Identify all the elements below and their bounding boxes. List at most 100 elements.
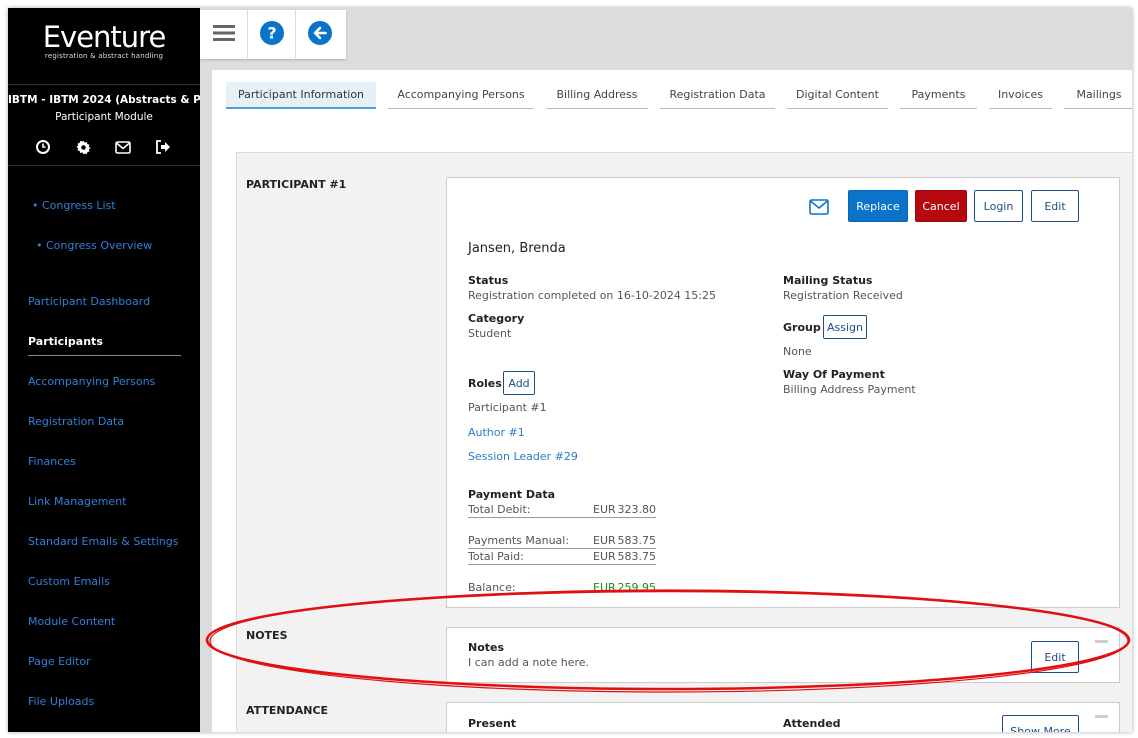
payment-data-table: Total Debit: EUR 323.80 Payments Manual:… (468, 503, 656, 596)
menu-icon (212, 24, 235, 45)
sidebar-item-participants[interactable]: Participants (28, 335, 103, 348)
group-label: Group (783, 321, 821, 334)
sidebar-item-congress-list[interactable]: • Congress List (32, 199, 116, 212)
svg-text:?: ? (267, 24, 276, 43)
top-toolbar: ? (200, 10, 346, 59)
attended-label: Attended (783, 717, 841, 730)
tab-digital-content[interactable]: Digital Content (787, 82, 888, 109)
menu-button[interactable] (200, 10, 248, 59)
sidebar: Eventure registration & abstract handlin… (8, 8, 200, 732)
attendance-section-label: ATTENDANCE (246, 704, 329, 717)
app-window: Eventure registration & abstract handlin… (8, 8, 1132, 732)
category-value: Student (468, 327, 512, 340)
sidebar-item-page-editor[interactable]: Page Editor (28, 655, 91, 668)
payments-manual-label: Payments Manual: (468, 534, 570, 547)
cancel-button[interactable]: Cancel (915, 190, 967, 222)
mail-icon[interactable] (115, 139, 131, 155)
sidebar-item-standard-emails[interactable]: Standard Emails & Settings (28, 535, 178, 548)
status-value: Registration completed on 16-10-2024 15:… (468, 289, 717, 302)
role-author-link[interactable]: Author #1 (468, 426, 525, 439)
payments-manual-currency: EUR (593, 534, 616, 547)
way-of-payment-value: Billing Address Payment (783, 383, 916, 396)
add-role-button[interactable]: Add (503, 371, 535, 395)
total-debit-label: Total Debit: (468, 503, 531, 516)
back-button[interactable] (296, 10, 344, 59)
mailing-status-label: Mailing Status (783, 274, 873, 287)
balance-currency: EUR (593, 581, 616, 594)
tab-accompanying-persons[interactable]: Accompanying Persons (388, 82, 534, 109)
collapse-notes-icon[interactable] (1095, 640, 1108, 643)
balance-row: Balance: EUR 259.95 (468, 581, 656, 596)
sidebar-item-link-management[interactable]: Link Management (28, 495, 126, 508)
clock-icon[interactable] (35, 139, 51, 155)
sidebar-item-accompanying-persons[interactable]: Accompanying Persons (28, 375, 155, 388)
sidebar-item-file-uploads[interactable]: File Uploads (28, 695, 94, 708)
collapse-attendance-icon[interactable] (1095, 715, 1108, 718)
gear-icon[interactable] (75, 139, 91, 155)
sidebar-item-finances[interactable]: Finances (28, 455, 76, 468)
notes-text: I can add a note here. (468, 656, 589, 669)
back-arrow-icon (308, 21, 332, 48)
total-debit-currency: EUR (593, 503, 616, 516)
tab-payments[interactable]: Payments (900, 82, 977, 109)
group-value: None (783, 345, 812, 358)
participant-section-label: PARTICIPANT #1 (246, 178, 347, 191)
tab-billing-address[interactable]: Billing Address (546, 82, 648, 109)
help-icon: ? (259, 21, 284, 48)
total-paid-label: Total Paid: (468, 550, 524, 563)
total-debit-row: Total Debit: EUR 323.80 (468, 503, 656, 518)
logout-icon[interactable] (155, 139, 171, 155)
mailing-status-value: Registration Received (783, 289, 903, 302)
sidebar-item-module-content[interactable]: Module Content (28, 615, 115, 628)
roles-label: Roles (468, 377, 502, 390)
participant-card: Replace Cancel Login Edit Jansen, Brenda… (446, 177, 1120, 608)
event-name: IBTM - IBTM 2024 (Abstracts & Par... (8, 94, 200, 106)
role-participant: Participant #1 (468, 401, 547, 414)
login-button[interactable]: Login (974, 190, 1023, 222)
logo-text: Eventure (42, 20, 167, 54)
replace-button[interactable]: Replace (848, 190, 908, 222)
role-session-leader-link[interactable]: Session Leader #29 (468, 450, 578, 463)
notes-title: Notes (468, 641, 505, 654)
mail-icon[interactable] (809, 199, 829, 218)
module-name: Participant Module (55, 111, 153, 123)
logo-tagline: registration & abstract handling (44, 52, 164, 60)
main-content: Participant Information Accompanying Per… (212, 70, 1132, 732)
tab-mailings[interactable]: Mailings (1064, 82, 1132, 109)
total-debit-amount: 323.80 (617, 503, 657, 516)
total-paid-currency: EUR (593, 550, 616, 563)
participant-name: Jansen, Brenda (468, 241, 566, 256)
edit-participant-button[interactable]: Edit (1031, 190, 1079, 222)
sidebar-item-congress-overview[interactable]: • Congress Overview (36, 239, 152, 252)
sidebar-item-participant-dashboard[interactable]: Participant Dashboard (28, 295, 150, 308)
balance-amount: 259.95 (617, 581, 657, 594)
tab-invoices[interactable]: Invoices (989, 82, 1052, 109)
assign-group-button[interactable]: Assign (823, 315, 867, 339)
payments-manual-amount: 583.75 (617, 534, 657, 547)
balance-label: Balance: (468, 581, 516, 594)
notes-section-label: NOTES (246, 629, 288, 642)
present-label: Present (468, 717, 517, 730)
show-more-button[interactable]: Show More (1002, 715, 1079, 732)
tab-registration-data[interactable]: Registration Data (660, 82, 775, 109)
notes-card: Notes I can add a note here. Edit (446, 627, 1120, 683)
sidebar-divider (8, 165, 200, 166)
edit-notes-button[interactable]: Edit (1031, 641, 1079, 673)
attendance-card: Present Attended Show More (446, 702, 1120, 732)
way-of-payment-label: Way Of Payment (783, 368, 885, 381)
active-item-underline (28, 355, 181, 356)
status-label: Status (468, 274, 509, 287)
total-paid-amount: 583.75 (617, 550, 657, 563)
sidebar-item-registration-data[interactable]: Registration Data (28, 415, 124, 428)
logo: Eventure registration & abstract handlin… (8, 22, 200, 60)
category-label: Category (468, 312, 525, 325)
payments-manual-row: Payments Manual: EUR 583.75 (468, 534, 656, 549)
payment-data-label: Payment Data (468, 488, 556, 501)
sidebar-icon-bar (35, 139, 171, 155)
total-paid-row: Total Paid: EUR 583.75 (468, 550, 656, 565)
help-button[interactable]: ? (248, 10, 296, 59)
tab-participant-information[interactable]: Participant Information (226, 82, 376, 109)
participant-panel: PARTICIPANT #1 Replace Cancel Login Edit… (236, 152, 1132, 732)
sidebar-divider (8, 84, 200, 85)
sidebar-item-custom-emails[interactable]: Custom Emails (28, 575, 110, 588)
